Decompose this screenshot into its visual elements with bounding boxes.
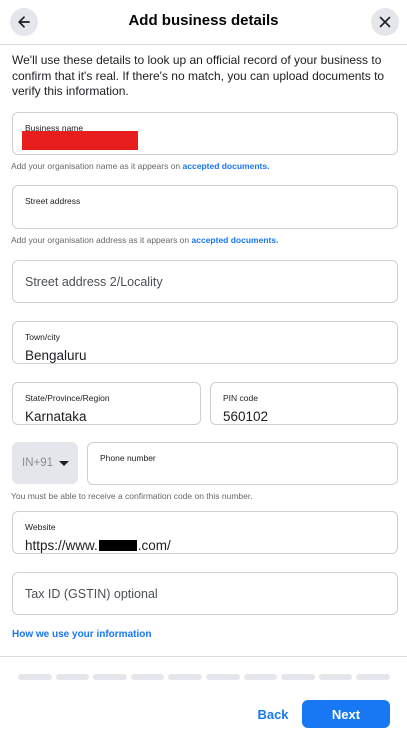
state-value: Karnataka xyxy=(25,409,87,424)
website-value: https://www. .com/ xyxy=(25,538,171,553)
pin-code-value: 560102 xyxy=(223,409,269,424)
progress-step xyxy=(18,674,52,680)
accepted-documents-link-2[interactable]: accepted documents. xyxy=(192,235,279,245)
phone-number-field[interactable]: Phone number xyxy=(87,442,398,485)
progress-step xyxy=(356,674,390,680)
footer-divider xyxy=(0,656,407,657)
street-address-2-field[interactable]: Street address 2/Locality xyxy=(12,260,398,303)
dialog-header: Add business details xyxy=(0,0,407,44)
country-code-select[interactable]: IN+91 xyxy=(12,442,78,484)
progress-step xyxy=(318,674,353,680)
street-address-label: Street address xyxy=(25,196,81,206)
business-name-redacted-value xyxy=(22,131,138,150)
town-city-value: Bengaluru xyxy=(25,348,87,363)
tax-id-field[interactable]: Tax ID (GSTIN) optional xyxy=(12,572,398,615)
state-field[interactable]: State/Province/Region Karnataka xyxy=(12,382,201,425)
town-city-field[interactable]: Town/city Bengaluru xyxy=(12,321,398,364)
street-address-field[interactable]: Street address xyxy=(12,185,398,229)
phone-helper: You must be able to receive a confirmati… xyxy=(11,491,253,501)
how-we-use-info-link[interactable]: How we use your information xyxy=(12,629,151,640)
business-name-helper: Add your organisation name as it appears… xyxy=(11,161,270,171)
progress-steps xyxy=(18,674,390,680)
next-button[interactable]: Next xyxy=(302,700,390,728)
street-address-2-placeholder: Street address 2/Locality xyxy=(25,274,163,289)
progress-step xyxy=(93,674,127,680)
website-field[interactable]: Website https://www. .com/ xyxy=(12,511,398,554)
chevron-down-icon xyxy=(59,461,69,466)
dialog-title: Add business details xyxy=(128,12,279,29)
business-name-field[interactable]: Business name xyxy=(12,112,398,155)
close-icon xyxy=(379,16,391,28)
website-redacted-segment xyxy=(98,539,137,551)
town-city-label: Town/city xyxy=(25,332,60,342)
progress-step xyxy=(55,674,90,680)
header-divider xyxy=(0,44,407,45)
website-label: Website xyxy=(25,522,56,532)
phone-number-label: Phone number xyxy=(100,453,156,463)
pin-code-label: PIN code xyxy=(223,393,258,403)
progress-step xyxy=(281,674,315,680)
progress-step xyxy=(243,674,278,680)
street-address-helper: Add your organisation address as it appe… xyxy=(11,235,279,245)
intro-text: We'll use these details to look up an of… xyxy=(12,53,385,98)
pin-code-field[interactable]: PIN code 560102 xyxy=(210,382,398,425)
progress-step xyxy=(168,674,202,680)
progress-step xyxy=(205,674,240,680)
close-button[interactable] xyxy=(371,8,399,36)
country-code-value: IN+91 xyxy=(22,457,54,469)
back-button[interactable]: Back xyxy=(248,700,298,728)
progress-step xyxy=(130,674,165,680)
state-label: State/Province/Region xyxy=(25,393,110,403)
tax-id-placeholder: Tax ID (GSTIN) optional xyxy=(25,586,158,601)
accepted-documents-link[interactable]: accepted documents. xyxy=(183,161,270,171)
